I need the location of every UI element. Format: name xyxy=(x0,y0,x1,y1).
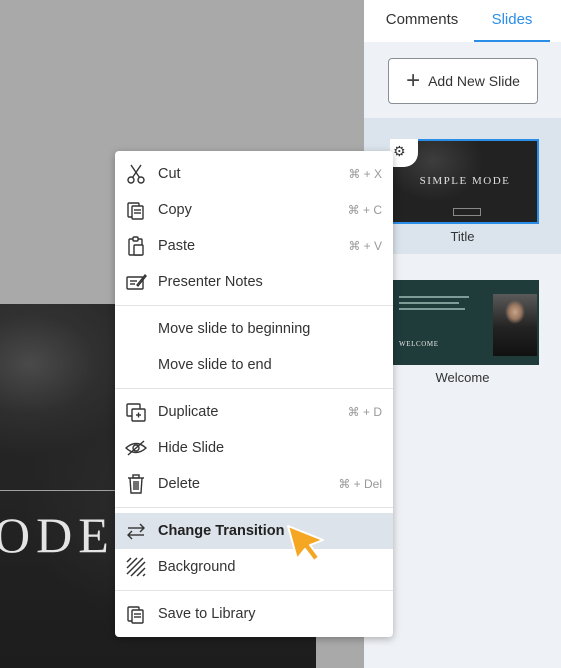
menu-item-label: Save to Library xyxy=(158,606,256,622)
menu-item-paste[interactable]: Paste ⌘ + V xyxy=(115,228,393,264)
menu-separator xyxy=(115,507,393,508)
transition-arrows-icon xyxy=(124,519,148,543)
menu-item-label: Hide Slide xyxy=(158,440,225,456)
paste-icon xyxy=(124,234,148,258)
slide-caption-welcome: Welcome xyxy=(435,370,490,385)
menu-item-cut[interactable]: Cut ⌘ + X xyxy=(115,156,393,192)
add-new-slide-button[interactable]: + Add New Slide xyxy=(388,58,538,104)
tab-comments[interactable]: Comments xyxy=(378,0,466,42)
menu-item-label: Delete xyxy=(158,476,200,492)
menu-item-delete[interactable]: Delete ⌘ + Del xyxy=(115,466,393,502)
menu-item-presenter-notes[interactable]: Presenter Notes xyxy=(115,264,393,300)
slide-title-text: ODE xyxy=(0,507,115,563)
menu-separator xyxy=(115,590,393,591)
menu-item-move-to-end[interactable]: Move slide to end xyxy=(115,347,393,383)
menu-item-change-transition[interactable]: Change Transition xyxy=(115,513,393,549)
trash-icon xyxy=(124,472,148,496)
duplicate-icon xyxy=(124,400,148,424)
hide-eye-icon xyxy=(124,436,148,460)
shortcut-text: ⌘ + D xyxy=(347,405,382,419)
menu-item-label: Background xyxy=(158,559,236,575)
slides-panel: Comments Slides + Add New Slide SIMPLE M… xyxy=(364,0,561,668)
menu-item-label: Paste xyxy=(158,238,196,254)
menu-separator xyxy=(115,305,393,306)
shortcut-text: ⌘ + X xyxy=(348,167,382,181)
slide-caption-title: Title xyxy=(450,229,475,244)
menu-item-duplicate[interactable]: Duplicate ⌘ + D xyxy=(115,394,393,430)
menu-item-label: Move slide to beginning xyxy=(158,321,311,337)
presenter-notes-icon xyxy=(124,270,148,294)
menu-item-save-to-library[interactable]: Save to Library xyxy=(115,596,393,632)
scissors-icon xyxy=(124,162,148,186)
menu-item-hide-slide[interactable]: Hide Slide xyxy=(115,430,393,466)
menu-item-label: Copy xyxy=(158,202,192,218)
menu-item-copy[interactable]: Copy ⌘ + C xyxy=(115,192,393,228)
menu-item-label: Move slide to end xyxy=(158,357,272,373)
mouse-pointer-icon xyxy=(283,520,329,566)
menu-item-label: Presenter Notes xyxy=(158,274,263,290)
thumbnail-title-text: SIMPLE MODE xyxy=(419,175,511,187)
copy-icon xyxy=(124,198,148,222)
thumbnail-button-shape xyxy=(453,208,481,216)
shortcut-text: ⌘ + C xyxy=(347,203,382,217)
menu-item-label: Cut xyxy=(158,166,181,182)
panel-tabs: Comments Slides xyxy=(364,0,561,42)
add-new-slide-label: Add New Slide xyxy=(428,73,520,89)
tab-slides[interactable]: Slides xyxy=(474,0,550,42)
gear-icon[interactable]: ⚙ xyxy=(390,139,418,167)
thumbnail-portrait-image xyxy=(493,294,537,356)
slide-thumbnail-item-welcome[interactable]: WELCOME Welcome xyxy=(364,280,561,390)
menu-item-label: Change Transition xyxy=(158,523,285,539)
menu-item-background[interactable]: Background xyxy=(115,549,393,585)
save-library-icon xyxy=(124,602,148,626)
shortcut-text: ⌘ + Del xyxy=(338,477,382,491)
menu-separator xyxy=(115,388,393,389)
background-hatch-icon xyxy=(124,555,148,579)
menu-item-label: Duplicate xyxy=(158,404,219,420)
context-menu: Cut ⌘ + X Copy ⌘ + C Paste ⌘ + V Present… xyxy=(115,151,393,637)
thumbnail-welcome-text: WELCOME xyxy=(399,340,439,348)
shortcut-text: ⌘ + V xyxy=(348,239,382,253)
menu-item-move-to-beginning[interactable]: Move slide to beginning xyxy=(115,311,393,347)
plus-icon: + xyxy=(406,67,421,94)
slide-thumbnail-welcome[interactable]: WELCOME xyxy=(391,280,539,365)
thumbnail-text-lines xyxy=(399,296,469,314)
